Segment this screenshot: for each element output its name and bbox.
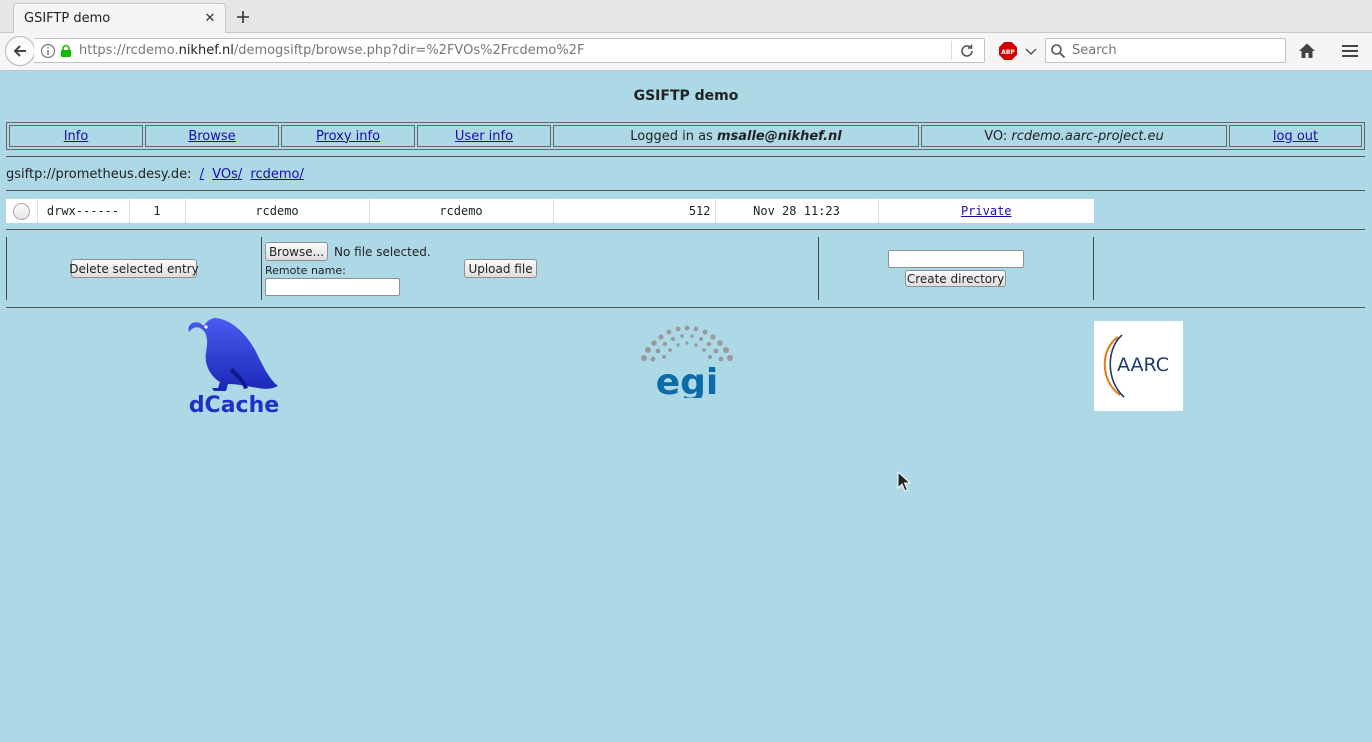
logged-in-status: Logged in as msalle@nikhef.nl (553, 125, 919, 147)
group-cell: rcdemo (369, 199, 554, 223)
divider (6, 190, 1365, 191)
new-directory-input[interactable] (888, 250, 1024, 268)
close-icon[interactable]: ✕ (203, 11, 217, 26)
vo-name: rcdemo.aarc-project.eu (1011, 128, 1164, 144)
nav-link-proxy-info[interactable]: Proxy info (316, 129, 380, 144)
search-input[interactable] (1070, 42, 1280, 59)
file-table: drwx------ 1 rcdemo rcdemo 512 Nov 28 11… (6, 199, 1094, 223)
chevron-down-icon[interactable] (1024, 44, 1038, 58)
logged-in-user: msalle@nikhef.nl (716, 128, 842, 144)
new-tab-icon[interactable] (232, 6, 254, 28)
select-radio[interactable] (12, 202, 30, 220)
select-cell (6, 199, 38, 223)
divider (818, 237, 819, 300)
vo-status: VO: rcdemo.aarc-project.eu (921, 125, 1227, 147)
nav-link-user-info[interactable]: User info (455, 129, 513, 144)
permissions-cell: drwx------ (37, 199, 130, 223)
size-cell: 512 (553, 199, 716, 223)
nav-cell-info: Info (9, 125, 143, 147)
page-title: GSIFTP demo (633, 88, 739, 104)
nav-link-browse[interactable]: Browse (188, 129, 235, 144)
egi-wordmark: egi (656, 362, 719, 398)
adblock-icon[interactable]: ABP (999, 42, 1017, 60)
nav-cell-browse: Browse (145, 125, 279, 147)
tab-bar: GSIFTP demo ✕ (0, 0, 1372, 33)
aarc-wordmark: AARC (1117, 354, 1169, 376)
home-icon[interactable] (1298, 42, 1316, 60)
links-cell: 1 (129, 199, 186, 223)
remote-name-label: Remote name: (265, 264, 346, 277)
logout-link[interactable]: log out (1273, 129, 1318, 144)
upload-button[interactable]: Upload file (464, 259, 537, 278)
file-link[interactable]: Private (961, 204, 1012, 218)
breadcrumb: gsiftp://prometheus.desy.de: / VOs/ rcde… (6, 167, 304, 182)
svg-text:ABP: ABP (1001, 49, 1015, 56)
date-cell: Nov 28 11:23 (715, 199, 879, 223)
nav-cell-logout: log out (1229, 125, 1362, 147)
divider (6, 237, 7, 300)
nav-cell-proxy-info: Proxy info (281, 125, 415, 147)
reload-icon[interactable] (959, 43, 975, 59)
breadcrumb-vos[interactable]: VOs/ (212, 167, 242, 182)
tab-title: GSIFTP demo (24, 11, 111, 26)
search-bar[interactable] (1045, 38, 1286, 63)
table-row: drwx------ 1 rcdemo rcdemo 512 Nov 28 11… (6, 199, 1094, 223)
name-cell: Private (878, 199, 1094, 223)
divider (6, 229, 1365, 230)
no-file-label: No file selected. (334, 245, 431, 259)
server-label: gsiftp://prometheus.desy.de: (6, 167, 192, 182)
actions-row: Delete selected entry Browse... No file … (6, 237, 1365, 300)
navigation-toolbar: https://rcdemo.nikhef.nl/demogsiftp/brow… (0, 33, 1372, 71)
url-separator (951, 41, 952, 60)
breadcrumb-rcdemo[interactable]: rcdemo/ (250, 167, 303, 182)
divider (6, 307, 1365, 308)
egi-logo: egi (641, 325, 733, 398)
nav-table: Info Browse Proxy info User info Logged … (6, 122, 1365, 150)
search-icon (1051, 43, 1066, 58)
owner-cell: rcdemo (185, 199, 370, 223)
info-icon[interactable] (40, 43, 56, 59)
back-arrow-icon (13, 45, 26, 57)
create-directory-button[interactable]: Create directory (905, 270, 1006, 287)
divider (6, 156, 1365, 157)
browser-tab[interactable]: GSIFTP demo ✕ (13, 3, 226, 33)
hamburger-menu-icon[interactable] (1341, 42, 1359, 60)
dcache-wordmark: dCache (189, 393, 279, 416)
dcache-logo: dCache (188, 318, 279, 416)
delete-button[interactable]: Delete selected entry (69, 259, 199, 278)
lock-icon (61, 44, 71, 57)
nav-link-info[interactable]: Info (64, 129, 89, 144)
nav-cell-user-info: User info (417, 125, 551, 147)
remote-name-input[interactable] (265, 278, 400, 296)
divider (1093, 237, 1094, 300)
aarc-logo: AARC (1094, 321, 1183, 411)
mouse-cursor-icon (897, 471, 911, 492)
file-browse-button[interactable]: Browse... (265, 242, 328, 261)
url-bar[interactable]: https://rcdemo.nikhef.nl/demogsiftp/brow… (34, 38, 985, 63)
divider (261, 237, 262, 300)
back-button[interactable] (5, 36, 35, 66)
url-text: https://rcdemo.nikhef.nl/demogsiftp/brow… (79, 43, 585, 58)
breadcrumb-root[interactable]: / (200, 167, 204, 182)
